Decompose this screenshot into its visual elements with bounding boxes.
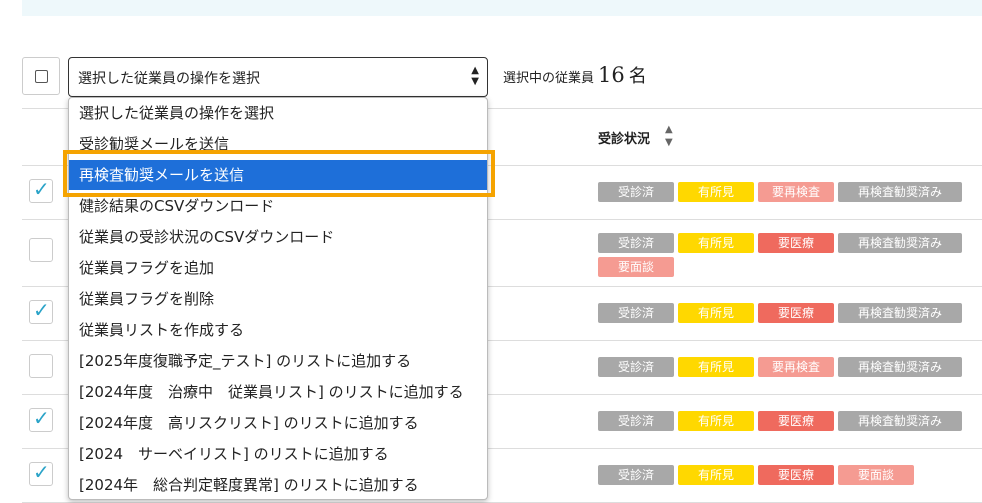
selected-count-unit: 名 bbox=[628, 66, 647, 87]
row-checkbox[interactable]: ✓ bbox=[29, 298, 53, 324]
status-badge: 有所見 bbox=[678, 233, 754, 253]
status-badge: 再検査勧奨済み bbox=[838, 233, 962, 253]
dropdown-option[interactable]: [2024年度 高リスクリスト] のリストに追加する bbox=[69, 408, 487, 438]
status-badges: 受診済 有所見 要医療 再検査勧奨済み bbox=[598, 303, 982, 323]
status-badges: 受診済 有所見 要医療 再検査勧奨済み bbox=[598, 411, 982, 431]
status-badge: 要医療 bbox=[758, 303, 834, 323]
status-badge: 受診済 bbox=[598, 303, 674, 323]
row-checkbox[interactable] bbox=[29, 354, 53, 378]
dropdown-option[interactable]: 従業員の受診状況のCSVダウンロード bbox=[69, 222, 487, 252]
dropdown-option[interactable]: 健診結果のCSVダウンロード bbox=[69, 191, 487, 221]
checkbox-box bbox=[34, 69, 48, 83]
dropdown-option[interactable]: 選択した従業員の操作を選択 bbox=[69, 98, 487, 128]
row-checkbox[interactable]: ✓ bbox=[29, 406, 53, 432]
select-arrows-icon: ▲ ▼ bbox=[471, 65, 479, 87]
bulk-action-select[interactable]: 選択した従業員の操作を選択 ▲ ▼ bbox=[68, 57, 488, 97]
status-badge: 受診済 bbox=[598, 182, 674, 202]
status-badge: 有所見 bbox=[678, 182, 754, 202]
dropdown-option[interactable]: [2024 サーベイリスト] のリストに追加する bbox=[69, 439, 487, 469]
checkmark-icon: ✓ bbox=[33, 406, 50, 430]
checkmark-icon: ✓ bbox=[33, 460, 50, 484]
status-badge: 要医療 bbox=[758, 233, 834, 253]
dropdown-option[interactable]: 従業員フラグを追加 bbox=[69, 253, 487, 283]
status-badge: 要医療 bbox=[758, 465, 834, 485]
bulk-action-select-value: 選択した従業員の操作を選択 bbox=[78, 71, 260, 87]
selected-count: 選択中の従業員 16 名 bbox=[503, 62, 647, 88]
status-badges: 受診済 有所見 要医療 要面談 bbox=[598, 465, 982, 485]
status-badge: 有所見 bbox=[678, 357, 754, 377]
status-badge: 要面談 bbox=[838, 465, 914, 485]
dropdown-option[interactable]: 再検査勧奨メールを送信 bbox=[69, 160, 487, 190]
status-badges: 受診済 有所見 要医療 再検査勧奨済み要面談 bbox=[598, 233, 982, 277]
checkmark-icon: ✓ bbox=[33, 177, 50, 201]
row-checkbox[interactable]: ✓ bbox=[29, 177, 53, 203]
selected-count-number: 16 bbox=[598, 63, 625, 87]
status-badge: 有所見 bbox=[678, 411, 754, 431]
status-badge: 受診済 bbox=[598, 357, 674, 377]
status-badge: 受診済 bbox=[598, 465, 674, 485]
checkmark-icon: ✓ bbox=[33, 298, 50, 322]
status-badge: 要再検査 bbox=[758, 182, 834, 202]
top-banner bbox=[22, 0, 982, 16]
status-badge: 再検査勧奨済み bbox=[838, 357, 962, 377]
status-badge: 要再検査 bbox=[758, 357, 834, 377]
column-header-status: 受診状況 bbox=[598, 132, 651, 147]
status-badge: 要医療 bbox=[758, 411, 834, 431]
status-badge: 再検査勧奨済み bbox=[838, 303, 962, 323]
bulk-action-dropdown: 選択した従業員の操作を選択 受診勧奨メールを送信 再検査勧奨メールを送信 健診結果のC… bbox=[68, 97, 488, 500]
status-badge: 要面談 bbox=[598, 257, 674, 277]
dropdown-option[interactable]: [2025年度復職予定_テスト] のリストに追加する bbox=[69, 346, 487, 376]
dropdown-option[interactable]: 従業員リストを作成する bbox=[69, 315, 487, 345]
dropdown-option[interactable]: 受診勧奨メールを送信 bbox=[69, 129, 487, 159]
row-checkbox[interactable]: ✓ bbox=[29, 460, 53, 486]
dropdown-option[interactable]: [2024年 総合判定軽度異常] のリストに追加する bbox=[69, 470, 487, 499]
dropdown-option[interactable]: 従業員フラグを削除 bbox=[69, 284, 487, 314]
status-badge: 有所見 bbox=[678, 465, 754, 485]
dropdown-option[interactable]: [2024年度 治療中 従業員リスト] のリストに追加する bbox=[69, 377, 487, 407]
sort-icon[interactable]: ▲ ▼ bbox=[665, 123, 673, 149]
select-all-checkbox[interactable] bbox=[22, 57, 60, 95]
status-badge: 受診済 bbox=[598, 411, 674, 431]
status-badge: 受診済 bbox=[598, 233, 674, 253]
status-badge: 再検査勧奨済み bbox=[838, 182, 962, 202]
status-badge: 再検査勧奨済み bbox=[838, 411, 962, 431]
status-badges: 受診済 有所見 要再検査 再検査勧奨済み bbox=[598, 357, 982, 377]
selected-count-label: 選択中の従業員 bbox=[503, 71, 595, 86]
row-checkbox[interactable] bbox=[29, 238, 53, 262]
status-badge: 有所見 bbox=[678, 303, 754, 323]
status-badges: 受診済 有所見 要再検査 再検査勧奨済み bbox=[598, 182, 982, 202]
